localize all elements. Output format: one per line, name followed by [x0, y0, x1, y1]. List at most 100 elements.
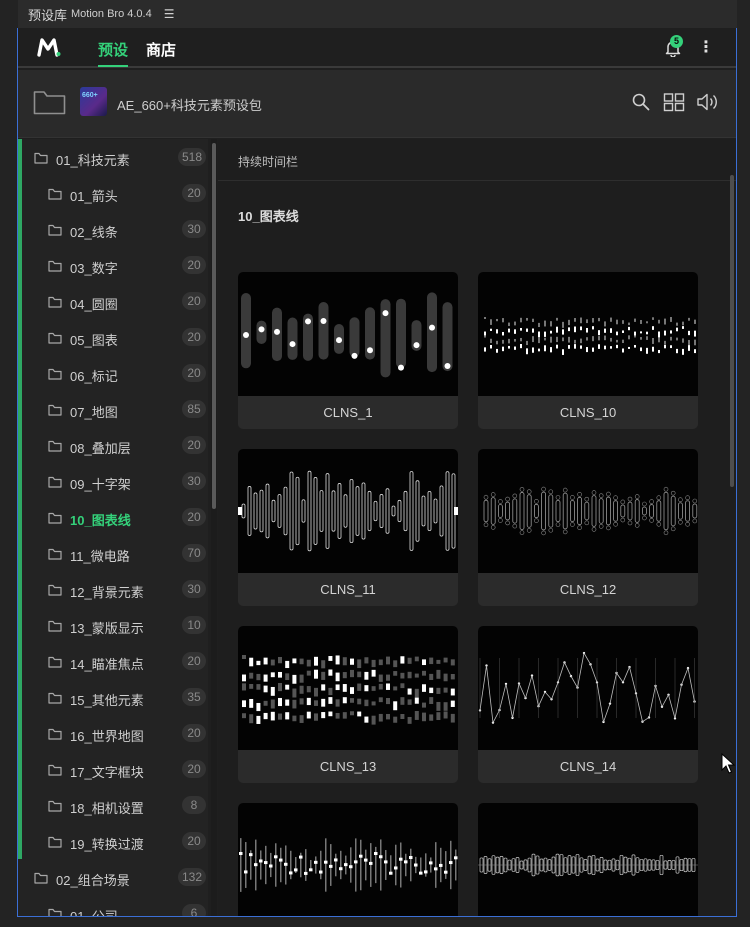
folder-icon — [48, 223, 62, 236]
folder-icon — [34, 151, 48, 164]
window-title: 预设库 — [28, 7, 68, 23]
sidebar-item-count: 20 — [182, 760, 206, 778]
sidebar-item-count: 518 — [177, 148, 206, 166]
preset-label: CLNS_13 — [319, 759, 377, 774]
sidebar-item[interactable]: 01_箭头 20 — [22, 175, 208, 211]
preset-card[interactable]: CLNS_16 — [478, 803, 698, 916]
sound-icon[interactable] — [696, 92, 720, 112]
sidebar-item-label: 10_图表线 — [70, 513, 131, 528]
folder-icon — [48, 763, 62, 776]
section-title: 10_图表线 — [238, 209, 299, 224]
folder-icon — [48, 295, 62, 308]
sidebar-item[interactable]: 19_转换过渡 20 — [22, 823, 208, 859]
preset-card[interactable]: CLNS_1 — [238, 272, 458, 429]
sidebar-item[interactable]: 17_文字框块 20 — [22, 751, 208, 787]
folder-icon — [48, 619, 62, 632]
sidebar-item[interactable]: 15_其他元素 35 — [22, 679, 208, 715]
sidebar-item-label: 15_其他元素 — [70, 693, 144, 708]
preset-thumbnail — [478, 272, 698, 396]
package-thumbnail[interactable]: 660+ — [80, 87, 107, 116]
sidebar-item[interactable]: 03_数字 20 — [22, 247, 208, 283]
motionbro-logo — [37, 38, 61, 57]
preset-content: 持续时间栏 10_图表线 CLNS_1 CLNS_10 CLNS_11 CLNS_12… — [218, 139, 736, 916]
sidebar-item[interactable]: 04_圆圈 20 — [22, 283, 208, 319]
sidebar-item[interactable]: 10_图表线 20 — [22, 499, 208, 535]
preset-label: CLNS_11 — [320, 582, 376, 597]
hamburger-icon[interactable]: ☰ — [164, 7, 175, 21]
preset-thumbnail — [478, 803, 698, 916]
sidebar-item[interactable]: 07_地图 85 — [22, 391, 208, 427]
folder-icon — [48, 547, 62, 560]
folder-icon — [48, 511, 62, 524]
sidebar-item-count: 70 — [182, 544, 206, 562]
folder-icon — [48, 403, 62, 416]
preset-thumbnail — [238, 803, 458, 916]
preset-card[interactable]: CLNS_10 — [478, 272, 698, 429]
sidebar-item-count: 6 — [182, 904, 206, 916]
sidebar-item[interactable]: 13_蒙版显示 10 — [22, 607, 208, 643]
sidebar-item-label: 19_转换过渡 — [70, 837, 144, 852]
sidebar-item-label: 04_圆圈 — [70, 297, 118, 312]
sidebar-item-count: 85 — [182, 400, 206, 418]
sidebar-item-label: 09_十字架 — [70, 477, 131, 492]
folder-icon — [48, 727, 62, 740]
sidebar-item-label: 02_组合场景 — [56, 873, 130, 888]
content-scrollbar[interactable] — [730, 175, 734, 487]
sidebar-item-count: 30 — [182, 580, 206, 598]
sidebar-item-label: 12_背景元素 — [70, 585, 144, 600]
sidebar-item[interactable]: 09_十字架 30 — [22, 463, 208, 499]
sidebar-item[interactable]: 01_公司 6 — [22, 895, 208, 916]
sidebar-item[interactable]: 18_相机设置 8 — [22, 787, 208, 823]
preset-card[interactable]: CLNS_14 — [478, 626, 698, 783]
sidebar-item[interactable]: 06_标记 20 — [22, 355, 208, 391]
sidebar-item[interactable]: 12_背景元素 30 — [22, 571, 208, 607]
package-thumb-label: 660+ — [82, 92, 98, 99]
sidebar-item-count: 8 — [182, 796, 206, 814]
sidebar-item[interactable]: 11_微电路 70 — [22, 535, 208, 571]
preset-card[interactable]: CLNS_13 — [238, 626, 458, 783]
preset-card[interactable]: CLNS_11 — [238, 449, 458, 606]
sidebar-scrollbar[interactable] — [212, 143, 216, 509]
preset-card[interactable]: CLNS_15 — [238, 803, 458, 916]
sidebar-item-count: 20 — [182, 328, 206, 346]
sidebar-item-label: 08_叠加层 — [70, 441, 131, 456]
tab-presets[interactable]: 预设 — [98, 39, 129, 67]
folder-icon — [34, 871, 48, 884]
folder-icon — [48, 367, 62, 380]
folder-icon — [48, 583, 62, 596]
sidebar-item[interactable]: 01_科技元素 518 — [22, 139, 208, 175]
grid-view-icon[interactable] — [663, 92, 685, 112]
sidebar-item[interactable]: 16_世界地图 20 — [22, 715, 208, 751]
search-icon[interactable] — [631, 92, 651, 112]
preset-card[interactable]: CLNS_12 — [478, 449, 698, 606]
sidebar-item[interactable]: 02_线条 30 — [22, 211, 208, 247]
tab-store[interactable]: 商店 — [146, 39, 176, 60]
sidebar-item-label: 14_瞄准焦点 — [70, 657, 144, 672]
preset-label: CLNS_10 — [559, 405, 617, 420]
folder-icon — [48, 799, 62, 812]
window-titlebar: 预设库 Motion Bro 4.0.4 ☰ — [18, 0, 737, 28]
sidebar-item-count: 20 — [182, 832, 206, 850]
panel-frame: 预设 商店 5 ⋮ 660+ AE_660+科技元素预设包 01_科技元素 51… — [17, 28, 737, 917]
sidebar-item[interactable]: 08_叠加层 20 — [22, 427, 208, 463]
sidebar-item[interactable]: 02_组合场景 132 — [22, 859, 208, 895]
package-name[interactable]: AE_660+科技元素预设包 — [117, 95, 262, 114]
sidebar-item-count: 20 — [182, 724, 206, 742]
sidebar-item-count: 20 — [182, 436, 206, 454]
sidebar-item-count: 20 — [182, 292, 206, 310]
more-menu-icon[interactable]: ⋮ — [698, 38, 714, 58]
sidebar-item[interactable]: 14_瞄准焦点 20 — [22, 643, 208, 679]
folder-icon — [48, 439, 62, 452]
folder-icon[interactable] — [33, 89, 66, 115]
folder-icon — [48, 691, 62, 704]
mouse-cursor-icon — [721, 753, 735, 774]
sidebar-item-count: 132 — [177, 868, 206, 886]
preset-thumbnail — [478, 449, 698, 573]
preset-label: CLNS_14 — [559, 759, 617, 774]
folder-icon — [48, 835, 62, 848]
duration-bar[interactable]: 持续时间栏 — [218, 139, 736, 181]
sidebar-item[interactable]: 05_图表 20 — [22, 319, 208, 355]
sidebar-item-count: 30 — [182, 220, 206, 238]
sidebar-item-label: 11_微电路 — [70, 549, 130, 564]
folder-icon — [48, 655, 62, 668]
